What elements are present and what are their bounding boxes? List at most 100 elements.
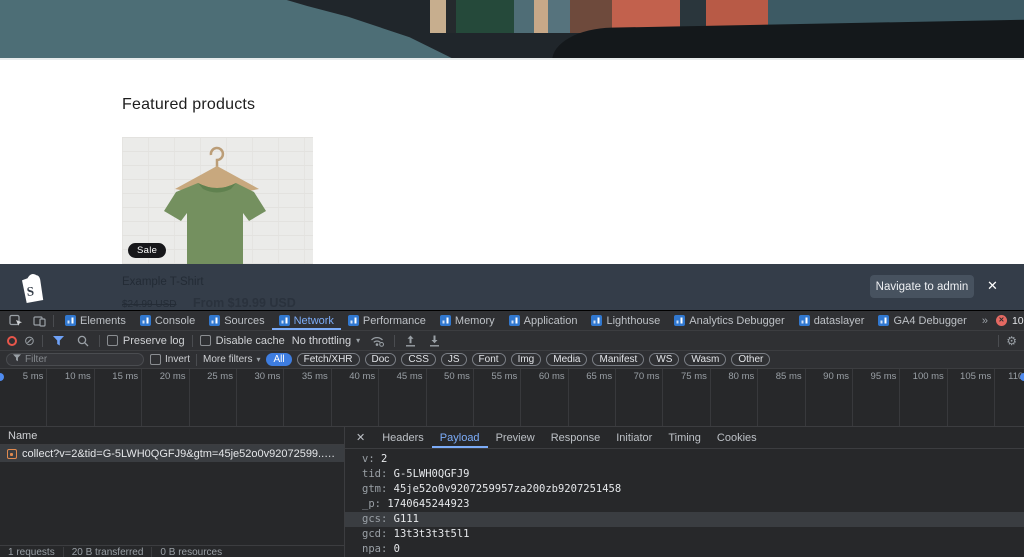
resources-size: 0 B resources: [152, 547, 230, 557]
resource-type-pill[interactable]: Font: [472, 353, 506, 366]
filter-text-input[interactable]: [25, 354, 137, 365]
resource-type-pill[interactable]: Other: [731, 353, 770, 366]
devtools-tab[interactable]: GA4 Debugger: [871, 311, 973, 330]
throttling-value: No throttling: [292, 335, 351, 347]
resource-type-pill[interactable]: JS: [441, 353, 467, 366]
devtools-tab[interactable]: Performance: [341, 311, 433, 330]
request-type-icon: [7, 449, 17, 459]
resource-type-pill[interactable]: Manifest: [592, 353, 644, 366]
network-overview-timeline[interactable]: 5 ms10 ms15 ms20 ms25 ms30 ms35 ms40 ms4…: [0, 369, 1024, 427]
timeline-tick: 70 ms: [616, 369, 663, 426]
name-column-header[interactable]: Name: [0, 427, 344, 445]
devtools-tab[interactable]: Memory: [433, 311, 502, 330]
error-count-icon[interactable]: [996, 315, 1007, 326]
ga4-favicon-icon: [348, 315, 359, 326]
close-preview-bar-icon[interactable]: ✕: [987, 278, 998, 294]
resource-type-pill[interactable]: Media: [546, 353, 587, 366]
payload-row[interactable]: gcsG111: [345, 512, 1024, 527]
timeline-tick: 65 ms: [569, 369, 616, 426]
payload-row[interactable]: gcd13t3t3t3t5l1: [345, 527, 1024, 542]
devtools-tabbar: Elements Console Sources Network: [0, 311, 1024, 331]
chevron-down-icon: ▾: [356, 336, 360, 345]
devtools-tab[interactable]: Lighthouse: [584, 311, 667, 330]
devtools-tab[interactable]: Elements: [58, 311, 133, 330]
record-network-log-icon[interactable]: [7, 336, 17, 346]
export-har-icon[interactable]: [426, 335, 443, 347]
devtools-tab[interactable]: Network: [272, 311, 341, 330]
throttling-select[interactable]: No throttling ▾: [292, 335, 360, 347]
payload-row[interactable]: v2: [345, 452, 1024, 467]
timeline-tick: 15 ms: [95, 369, 142, 426]
payload-key: tid: [362, 468, 394, 480]
timeline-tick: 10 ms: [47, 369, 94, 426]
import-har-icon[interactable]: [402, 335, 419, 347]
error-count[interactable]: 10: [1012, 315, 1024, 327]
details-tab[interactable]: Headers: [374, 427, 432, 448]
request-name: collect?v=2&tid=G-5LWH0QGFJ9&gtm=45je52o…: [22, 448, 337, 460]
request-row[interactable]: collect?v=2&tid=G-5LWH0QGFJ9&gtm=45je52o…: [0, 445, 344, 462]
details-tab[interactable]: Payload: [432, 427, 488, 448]
details-tab[interactable]: Cookies: [709, 427, 765, 448]
devtools-tab[interactable]: Application: [502, 311, 585, 330]
resource-type-pill[interactable]: All: [266, 353, 291, 366]
timeline-tick: 60 ms: [521, 369, 568, 426]
inspect-element-icon[interactable]: [6, 314, 26, 327]
close-details-icon[interactable]: ✕: [349, 431, 372, 444]
separator: [394, 335, 395, 347]
timeline-tick: 85 ms: [758, 369, 805, 426]
devtools-tab[interactable]: dataslayer: [792, 311, 872, 330]
filter-input[interactable]: [6, 353, 144, 366]
resource-type-pill[interactable]: Wasm: [684, 353, 726, 366]
ga4-favicon-icon: [279, 315, 290, 326]
preserve-log-checkbox[interactable]: [107, 335, 118, 346]
resource-type-pill[interactable]: Fetch/XHR: [297, 353, 360, 366]
ga4-favicon-icon: [878, 315, 889, 326]
featured-products-heading: Featured products: [122, 96, 255, 114]
separator: [99, 335, 100, 347]
devtools-tab[interactable]: Console: [133, 311, 202, 330]
invert-checkbox[interactable]: [150, 354, 161, 365]
resource-type-pill[interactable]: Doc: [365, 353, 397, 366]
resource-type-pill[interactable]: Img: [511, 353, 542, 366]
timeline-tick: 5 ms: [0, 369, 47, 426]
devtools-tab[interactable]: Sources: [202, 311, 271, 330]
filter-toggle-icon[interactable]: [50, 336, 67, 346]
clear-network-log-icon[interactable]: ⊘: [24, 334, 35, 347]
details-tab[interactable]: Timing: [660, 427, 709, 448]
devtools-tab[interactable]: Analytics Debugger: [667, 311, 791, 330]
payload-row[interactable]: gtm45je52o0v9207259957za200zb9207251458: [345, 482, 1024, 497]
payload-key: gcs: [362, 513, 394, 525]
timeline-tick: 100 ms: [900, 369, 947, 426]
search-icon[interactable]: [74, 335, 92, 347]
separator: [53, 315, 54, 327]
network-conditions-icon[interactable]: [367, 335, 387, 347]
resource-type-pill[interactable]: WS: [649, 353, 679, 366]
network-settings-gear-icon[interactable]: ⚙: [1006, 334, 1017, 348]
timeline-tick: 20 ms: [142, 369, 189, 426]
payload-key: gtm: [362, 483, 394, 495]
details-tab[interactable]: Response: [543, 427, 609, 448]
product-title[interactable]: Example T-Shirt: [122, 276, 204, 288]
payload-value: G111: [394, 513, 419, 525]
disable-cache-checkbox[interactable]: [200, 335, 211, 346]
more-filters-dropdown[interactable]: More filters ▾: [203, 354, 260, 365]
timeline-tick: 50 ms: [427, 369, 474, 426]
payload-row[interactable]: _p1740645244923: [345, 497, 1024, 512]
preserve-log-label: Preserve log: [123, 335, 185, 347]
disable-cache-label: Disable cache: [216, 335, 285, 347]
payload-value: 13t3t3t3t5l1: [394, 528, 470, 540]
details-tab[interactable]: Initiator: [608, 427, 660, 448]
more-tabs-icon[interactable]: »: [978, 315, 992, 327]
details-tab[interactable]: Preview: [488, 427, 543, 448]
devtools-panel: Elements Console Sources Network: [0, 310, 1024, 557]
payload-value: 1740645244923: [387, 498, 469, 510]
product-image[interactable]: Sale: [122, 137, 313, 264]
payload-row[interactable]: npa0: [345, 542, 1024, 557]
ga4-favicon-icon: [674, 315, 685, 326]
payload-value: 2: [381, 453, 387, 465]
resource-type-pill[interactable]: CSS: [401, 353, 436, 366]
request-details-panel: ✕ HeadersPayloadPreviewResponseInitiator…: [345, 427, 1024, 557]
navigate-to-admin-button[interactable]: Navigate to admin: [870, 275, 974, 298]
payload-row[interactable]: tidG-5LWH0QGFJ9: [345, 467, 1024, 482]
device-toolbar-icon[interactable]: [30, 315, 49, 327]
